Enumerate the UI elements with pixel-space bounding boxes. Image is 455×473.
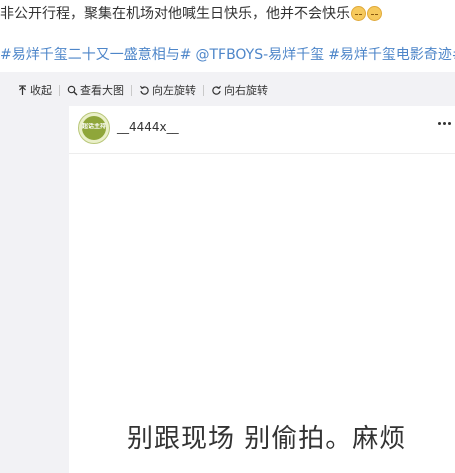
more-dots-icon — [438, 122, 451, 125]
weibo-post-view: 非公开行程，聚集在机场对他喊生日快乐，他并不会快乐 #易烊千玺二十又一盛意相与#… — [0, 0, 455, 473]
emoji-face-icon — [351, 5, 366, 21]
rotate-left-label: 向左旋转 — [152, 84, 196, 97]
hashtag-line: #易烊千玺二十又一盛意相与# @TFBOYS-易烊千玺 #易烊千玺电影奇迹# — [0, 44, 455, 64]
media-viewer: 收起 查看大图 向左旋转 向右旋转 超话主持 __4444x__ 别跟现场 别偷… — [0, 72, 455, 473]
rotate-left-icon — [140, 85, 149, 95]
collapse-arrow-icon — [19, 84, 26, 95]
rotate-right-button[interactable]: 向右旋转 — [210, 82, 269, 98]
collapse-label: 收起 — [30, 84, 52, 97]
view-large-button[interactable]: 查看大图 — [66, 82, 125, 98]
toolbar-divider — [203, 84, 204, 96]
collapse-button[interactable]: 收起 — [16, 82, 53, 98]
image-toolbar: 收起 查看大图 向左旋转 向右旋转 — [16, 81, 269, 99]
magnifier-icon — [67, 85, 78, 95]
hashtag-link[interactable]: #易烊千玺电影奇迹# — [328, 44, 455, 64]
post-text: 非公开行程，聚集在机场对他喊生日快乐，他并不会快乐 — [0, 2, 382, 24]
card-header: 超话主持 __4444x__ — [69, 106, 455, 154]
rotate-right-label: 向右旋转 — [224, 84, 268, 97]
avatar-label: 超话主持 — [82, 123, 106, 130]
dot — [443, 122, 446, 125]
avatar: 超话主持 — [78, 112, 110, 144]
rotate-right-icon — [212, 85, 221, 95]
view-large-label: 查看大图 — [80, 84, 124, 97]
emoji-face-icon — [367, 5, 382, 21]
hashtag-link[interactable]: #易烊千玺二十又一盛意相与# — [0, 44, 191, 64]
toolbar-divider — [59, 84, 60, 96]
username: __4444x__ — [117, 120, 179, 134]
screenshot-image[interactable]: 超话主持 __4444x__ 别跟现场 别偷拍。麻烦 — [69, 106, 455, 473]
dot — [448, 122, 451, 125]
mention-link[interactable]: @TFBOYS-易烊千玺 — [195, 44, 324, 64]
post-body-text: 非公开行程，聚集在机场对他喊生日快乐，他并不会快乐 — [0, 6, 350, 22]
image-caption-text: 别跟现场 别偷拍。麻烦 — [127, 424, 407, 454]
dot — [438, 122, 441, 125]
rotate-left-button[interactable]: 向左旋转 — [138, 82, 197, 98]
toolbar-divider — [131, 84, 132, 96]
